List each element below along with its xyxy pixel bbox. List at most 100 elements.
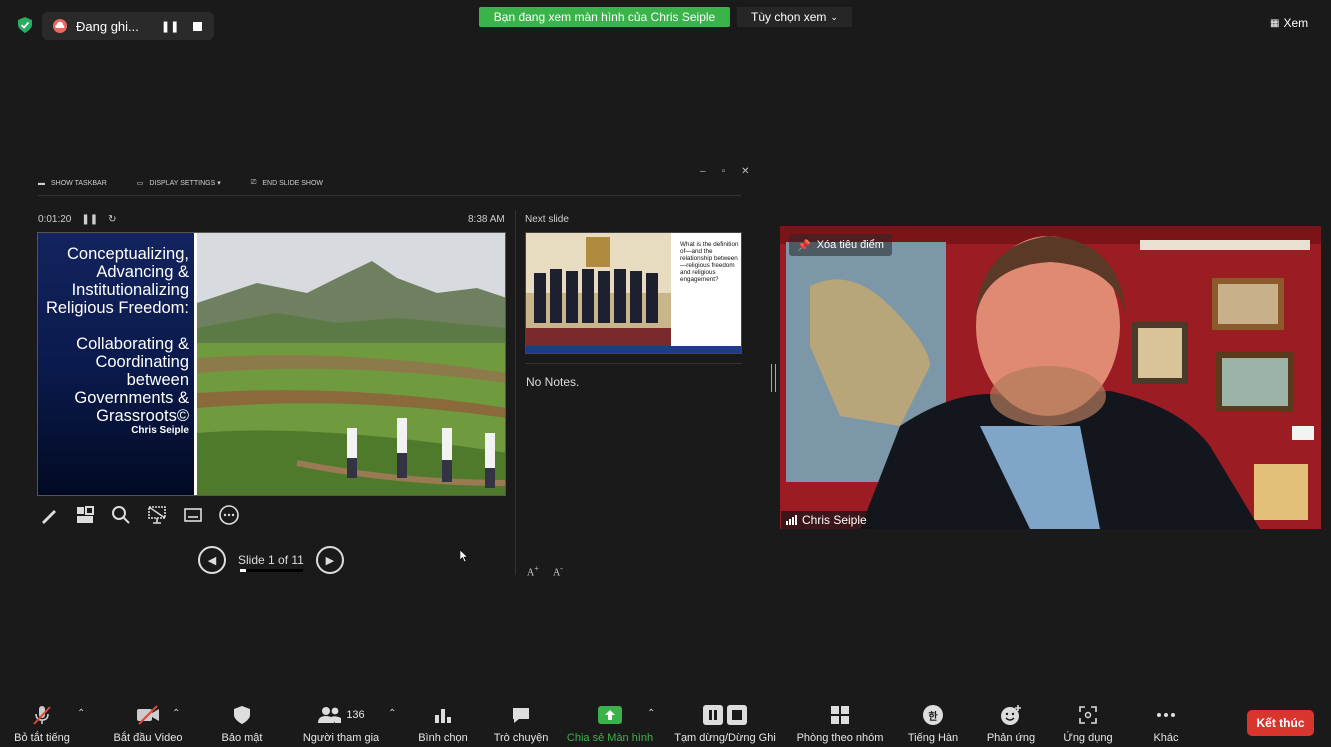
share-screen-icon: [598, 704, 622, 726]
more-button[interactable]: Khác: [1136, 700, 1196, 747]
slide-title-panel: Conceptualizing, Advancing & Institution…: [38, 233, 194, 495]
stop-recording-icon[interactable]: [193, 21, 203, 31]
pause-timer-icon[interactable]: ❚❚: [81, 214, 98, 225]
slide-progress-bar: [240, 569, 303, 572]
end-slide-show-label: END SLIDE SHOW: [262, 179, 324, 187]
reactions-label: Phản ứng: [986, 732, 1036, 744]
clock: 8:38 AM: [468, 214, 505, 225]
participants-label: Người tham gia: [302, 732, 380, 744]
bar-chart-icon: [434, 704, 452, 726]
cloud-record-icon: [53, 19, 67, 33]
remove-spotlight-button[interactable]: 📌 Xóa tiêu điểm: [789, 234, 892, 256]
apps-button[interactable]: Ứng dụng: [1056, 700, 1120, 747]
recording-pill[interactable]: Đang ghi... ❚❚: [42, 12, 214, 40]
next-slide-icon[interactable]: ▶: [315, 546, 344, 574]
slide-counter: Slide 1 of 11: [238, 553, 304, 567]
slide-title-line: Institutionalizing: [71, 281, 189, 299]
view-button[interactable]: ▦ Xem: [1270, 16, 1308, 30]
decrease-font-icon[interactable]: A-: [553, 564, 563, 578]
breakout-rooms-icon: [831, 704, 849, 726]
black-screen-icon[interactable]: [146, 504, 168, 526]
participants-icon-wrap: 136: [317, 704, 365, 726]
chat-button[interactable]: Trò chuyện: [488, 700, 554, 747]
shield-icon: [233, 704, 251, 726]
share-options-chevron-icon[interactable]: ⌃: [647, 708, 655, 719]
pause-stop-recording-button[interactable]: Tạm dừng/Dừng Ghi: [668, 700, 782, 747]
previous-slide-icon[interactable]: ◀: [198, 546, 226, 574]
share-screen-button[interactable]: Chia sẻ Màn hình: [564, 700, 656, 747]
korean-glyph: 한: [923, 705, 943, 725]
slide-subtitle-line: Collaborating &: [76, 335, 189, 353]
more-options-icon[interactable]: [218, 504, 240, 526]
slide-title-line: Conceptualizing,: [67, 245, 189, 263]
security-button[interactable]: Bảo mật: [212, 700, 272, 747]
view-options-button[interactable]: Tùy chọn xem ⌄: [737, 7, 852, 27]
mouse-cursor-icon: [460, 550, 468, 562]
participants-button[interactable]: 136 Người tham gia: [296, 700, 386, 747]
breakout-rooms-label: Phòng theo nhóm: [796, 732, 884, 744]
show-taskbar-button[interactable]: ▬ SHOW TASKBAR: [38, 180, 107, 187]
group-photo-image: [526, 233, 671, 353]
video-options-chevron-icon[interactable]: ⌃: [172, 708, 180, 719]
more-dots-icon: [1156, 704, 1176, 726]
divider: [515, 210, 516, 575]
reactions-button[interactable]: Phản ứng: [978, 700, 1044, 747]
participant-video[interactable]: [780, 226, 1321, 529]
start-video-button[interactable]: Bắt đầu Video: [100, 700, 196, 747]
pause-stop-icon: [703, 704, 747, 726]
next-slide-thumbnail[interactable]: What is the definition of—and the relati…: [525, 232, 742, 354]
end-slide-show-button[interactable]: ⎚ END SLIDE SHOW: [251, 179, 323, 187]
panel-resize-handle[interactable]: [771, 364, 776, 392]
mute-label: Bỏ tắt tiếng: [14, 732, 70, 744]
view-options-label: Tùy chọn xem: [751, 10, 827, 24]
view-label: Xem: [1283, 16, 1309, 30]
slide-timer: 0:01:20 ❚❚ ↻: [38, 214, 117, 225]
chevron-down-icon: ⌄: [830, 11, 838, 22]
smiley-plus-icon: [1000, 704, 1022, 726]
more-label: Khác: [1153, 732, 1179, 744]
display-settings-label: DISPLAY SETTINGS ▾: [149, 180, 221, 187]
mute-button[interactable]: Bỏ tắt tiếng: [6, 700, 78, 747]
security-shield-icon: [18, 17, 32, 33]
zoom-icon[interactable]: [110, 504, 132, 526]
reset-timer-icon[interactable]: ↻: [108, 214, 116, 225]
elapsed-time: 0:01:20: [38, 214, 72, 225]
end-show-icon: ⎚: [250, 179, 257, 186]
muted-microphone-icon: [31, 704, 53, 726]
screen-share-banner: Bạn đang xem màn hình của Chris Seiple: [479, 7, 730, 27]
divider: [38, 195, 741, 196]
participants-icon: [318, 707, 342, 723]
breakout-rooms-button[interactable]: Phòng theo nhóm: [790, 700, 890, 747]
korean-interpretation-button[interactable]: 한 Tiếng Hàn: [900, 700, 966, 747]
pause-recording-icon[interactable]: ❚❚: [161, 20, 179, 33]
slide-tools: [38, 504, 240, 526]
remove-spotlight-label: Xóa tiêu điểm: [816, 239, 884, 251]
divider: [525, 363, 742, 364]
pin-icon: 📌: [797, 239, 811, 252]
display-settings-button[interactable]: ▭ DISPLAY SETTINGS ▾: [137, 179, 221, 187]
speaker-notes: No Notes.: [526, 375, 580, 389]
next-slide-text: What is the definition of—and the relati…: [680, 241, 739, 283]
participants-chevron-icon[interactable]: ⌃: [388, 708, 396, 719]
show-taskbar-label: SHOW TASKBAR: [51, 179, 107, 187]
pen-icon[interactable]: [38, 504, 60, 526]
all-slides-icon[interactable]: [74, 504, 96, 526]
slide-subtitle-line: Governments &: [74, 389, 189, 407]
polls-label: Bình chọn: [418, 732, 468, 744]
increase-font-icon[interactable]: A+: [527, 564, 539, 578]
end-meeting-button[interactable]: Kết thúc: [1247, 710, 1314, 736]
grid-view-icon: ▦: [1270, 17, 1280, 29]
chat-label: Trò chuyện: [493, 732, 549, 744]
audio-options-chevron-icon[interactable]: ⌃: [77, 708, 85, 719]
slide-author: Chris Seiple: [131, 425, 189, 436]
recording-label: Đang ghi...: [76, 18, 139, 34]
subtitles-icon[interactable]: [182, 504, 204, 526]
share-screen-label: Chia sẻ Màn hình: [566, 732, 654, 744]
display-icon: ▭: [136, 180, 144, 187]
meeting-toolbar: Bỏ tắt tiếng ⌃ Bắt đầu Video ⌃ Bảo mật 1…: [0, 700, 1331, 747]
slide-title-line: Religious Freedom:: [45, 299, 189, 317]
polls-button[interactable]: Bình chọn: [412, 700, 474, 747]
slide-subtitle-line: Grassroots©: [96, 407, 189, 425]
chat-bubble-icon: [511, 704, 531, 726]
next-slide-label: Next slide: [525, 214, 569, 225]
